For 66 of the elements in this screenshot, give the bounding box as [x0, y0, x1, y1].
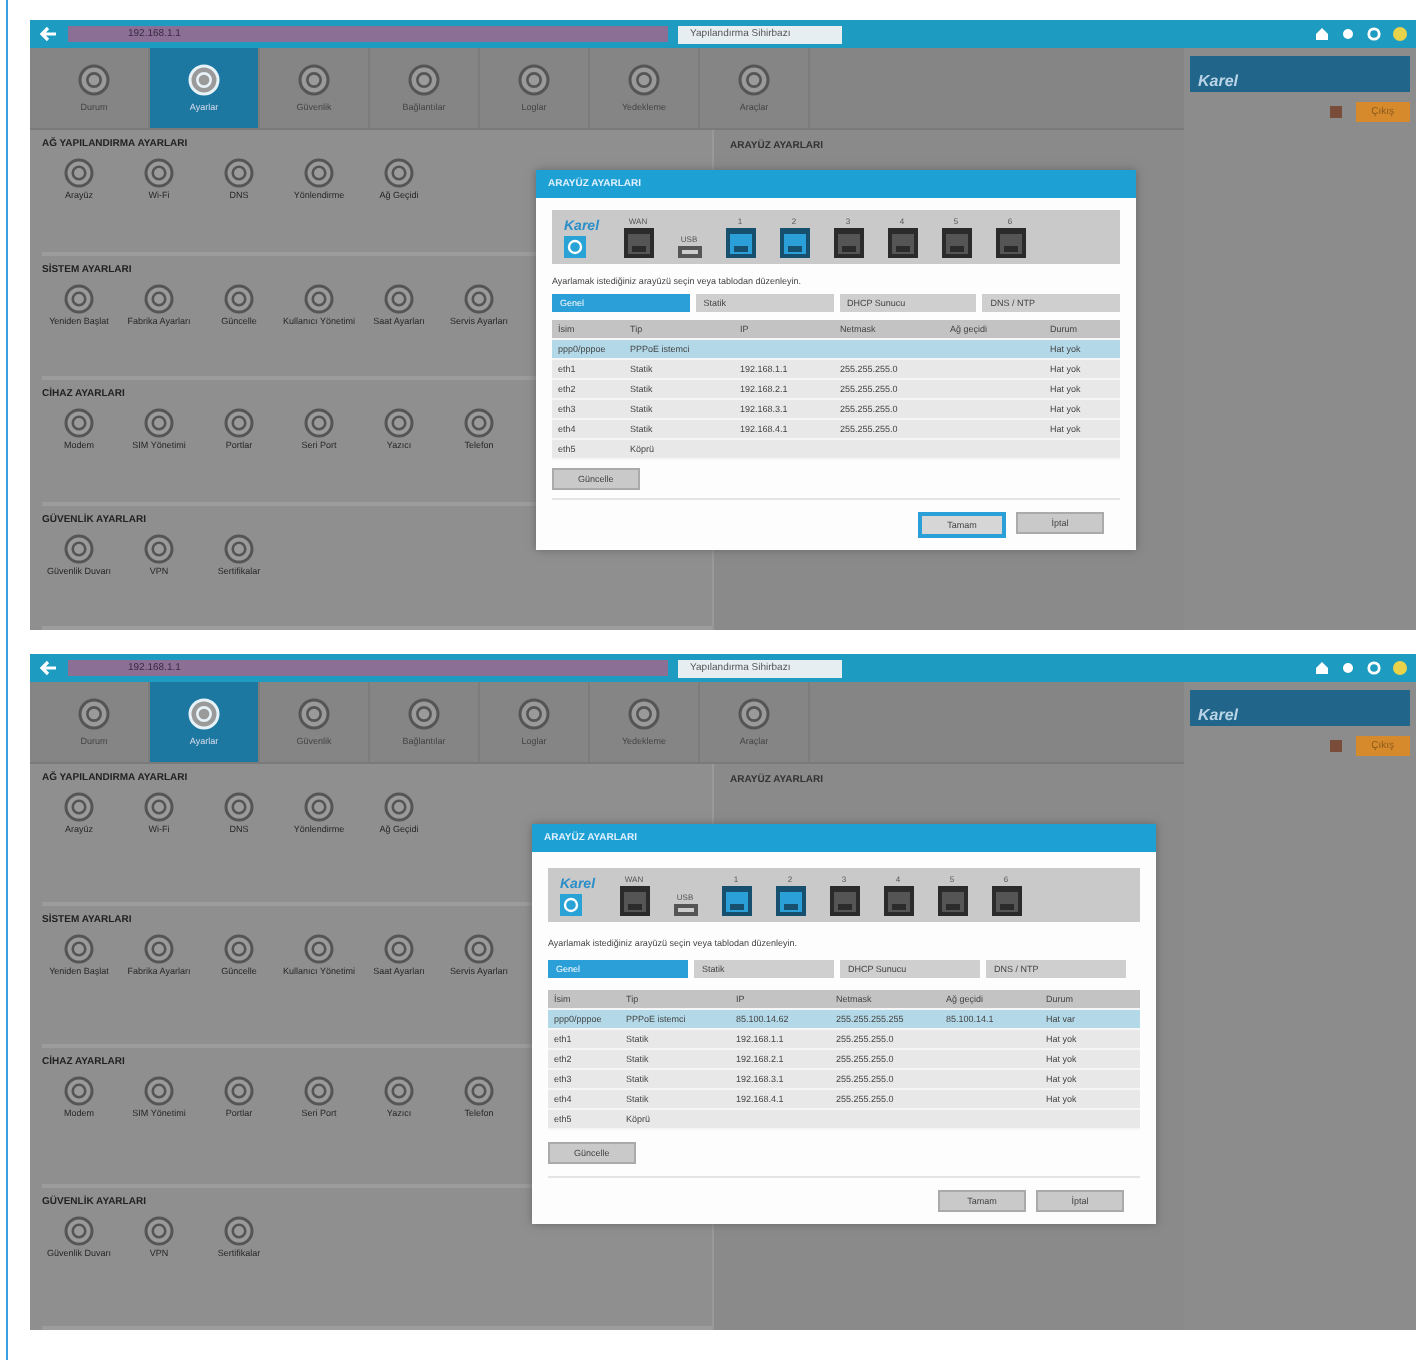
- ring-icon: [408, 698, 440, 730]
- box-icon: [1327, 738, 1344, 754]
- ring-icon: [518, 64, 550, 96]
- ring-icon: [144, 408, 174, 438]
- ring-icon: [64, 1075, 94, 1105]
- ring-icon: [64, 533, 94, 563]
- logo-text: Karel: [1198, 706, 1239, 724]
- ring-icon: [188, 698, 220, 730]
- ring-icon: [408, 64, 440, 96]
- ring-icon: [384, 283, 414, 313]
- ring-icon: [464, 933, 494, 964]
- power-icon: [564, 236, 586, 258]
- ring-icon: [384, 933, 414, 964]
- ring-icon: [298, 698, 330, 730]
- ring-icon: [384, 408, 414, 438]
- ring-icon: [144, 283, 174, 313]
- ring-icon: [738, 698, 770, 730]
- ring-icon: [224, 1216, 254, 1247]
- ring-icon: [64, 158, 94, 188]
- ring-icon: [64, 408, 94, 438]
- ring-icon: [224, 158, 254, 188]
- ring-icon: [464, 1075, 494, 1105]
- ring-icon: [384, 792, 414, 822]
- ring-icon: [304, 408, 334, 438]
- ring-icon: [78, 698, 110, 730]
- ring-icon: [738, 64, 770, 96]
- ring-icon: [64, 792, 94, 822]
- ring-icon: [64, 1216, 94, 1247]
- ring-icon: [384, 1075, 414, 1105]
- logo-text: Karel: [1198, 72, 1239, 90]
- ring-icon: [298, 64, 330, 96]
- ring-icon: [304, 792, 334, 822]
- ring-icon: [144, 1216, 174, 1247]
- ring-icon: [224, 533, 254, 563]
- box-icon: [1327, 104, 1344, 120]
- ring-icon: [144, 158, 174, 188]
- ring-icon: [304, 933, 334, 964]
- ring-icon: [384, 158, 414, 188]
- ring-icon: [518, 698, 550, 730]
- ring-icon: [304, 283, 334, 313]
- ring-icon: [304, 158, 334, 188]
- ring-icon: [304, 1075, 334, 1105]
- ring-icon: [224, 933, 254, 964]
- ring-icon: [224, 283, 254, 313]
- back-arrow-icon: [38, 660, 58, 676]
- usb-port-icon: [677, 246, 702, 258]
- ring-icon: [224, 1075, 254, 1105]
- ring-icon: [464, 408, 494, 438]
- ring-icon: [628, 698, 660, 730]
- usb-port-icon: [673, 904, 698, 916]
- ring-icon: [144, 933, 174, 964]
- ring-icon: [464, 283, 494, 313]
- ring-icon: [144, 1075, 174, 1105]
- home-icon: [1314, 26, 1330, 42]
- ring-icon: [224, 792, 254, 822]
- home-icon: [1314, 660, 1330, 676]
- ring-icon: [64, 283, 94, 313]
- ring-icon: [224, 408, 254, 438]
- back-arrow-icon: [38, 26, 58, 42]
- ring-icon: [628, 64, 660, 96]
- ring-icon: [144, 792, 174, 822]
- ring-icon: [188, 64, 220, 96]
- ring-icon: [64, 933, 94, 964]
- ring-icon: [144, 533, 174, 563]
- power-icon: [560, 894, 582, 916]
- ring-icon: [78, 64, 110, 96]
